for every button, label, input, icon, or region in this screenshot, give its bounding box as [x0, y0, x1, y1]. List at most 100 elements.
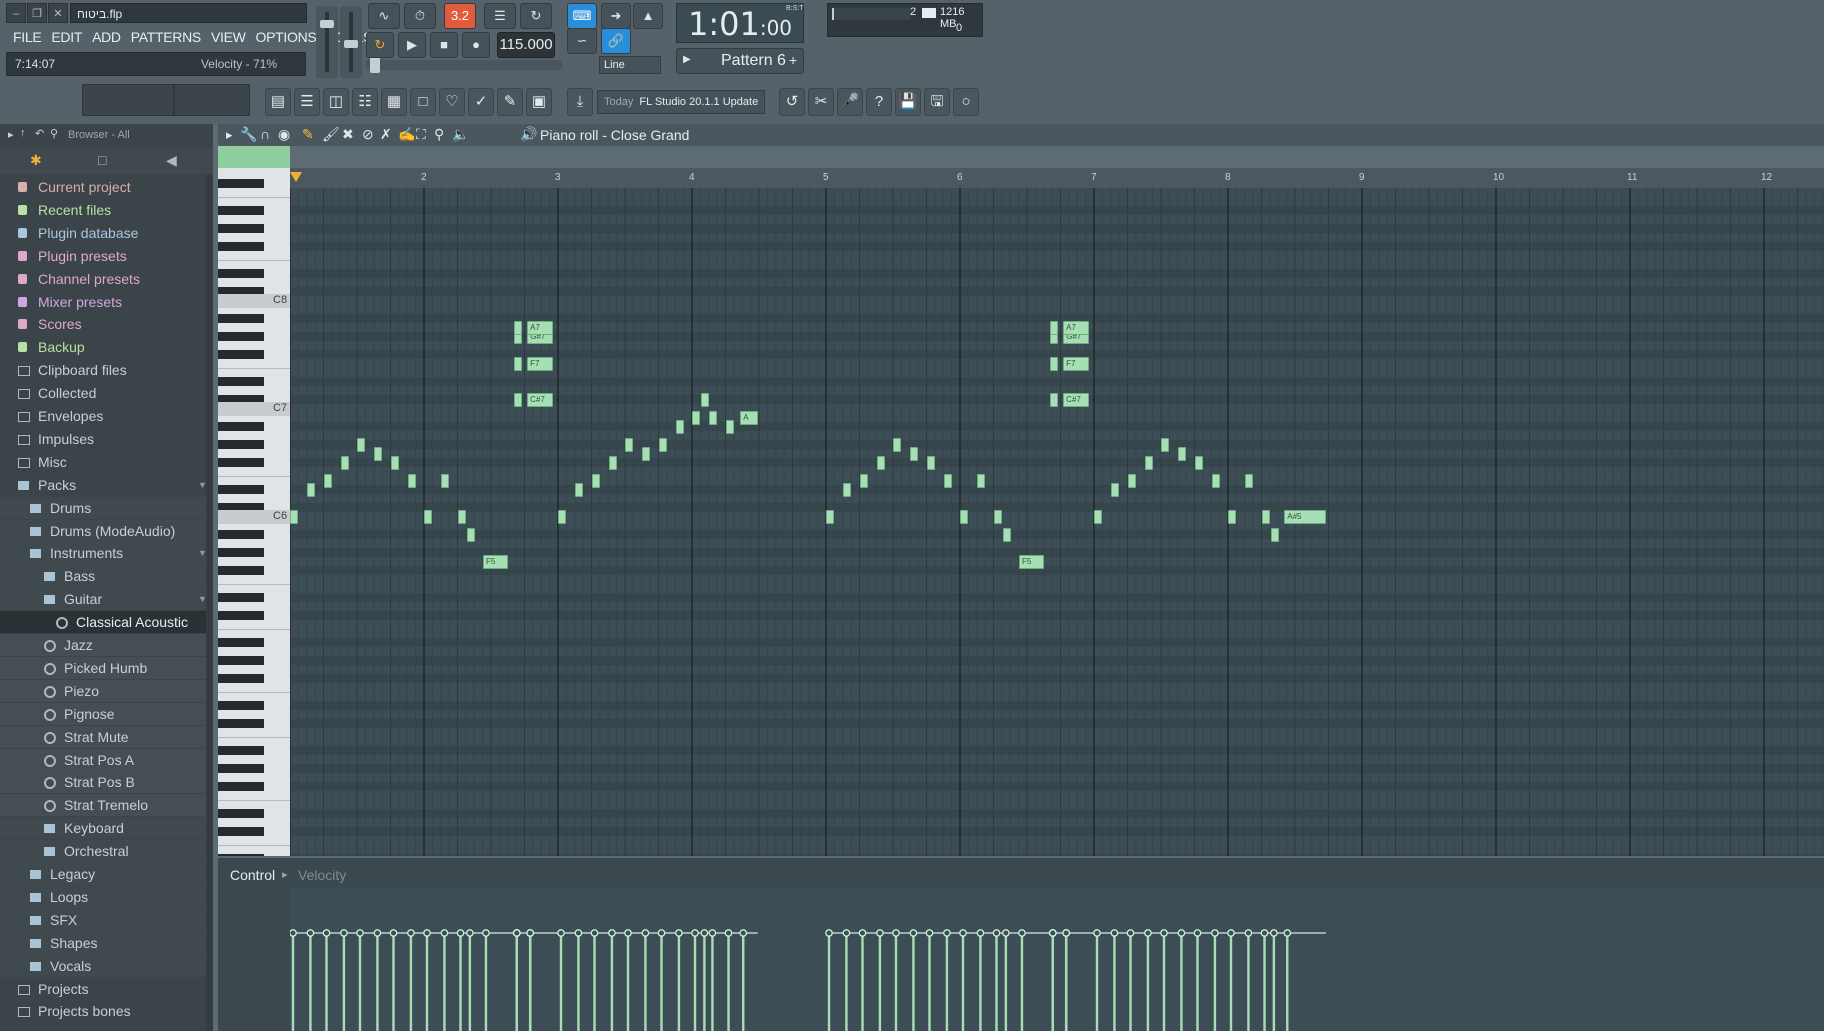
note[interactable]	[1002, 527, 1011, 542]
note[interactable]	[943, 473, 952, 488]
browser-item[interactable]: Collected	[0, 382, 213, 404]
master-pitch-slider[interactable]	[340, 6, 362, 78]
mute-tool-icon[interactable]: ✗	[380, 126, 392, 143]
note[interactable]	[1178, 446, 1187, 461]
step-edit-button[interactable]: ☰	[484, 3, 516, 29]
note[interactable]	[876, 455, 885, 470]
note[interactable]: A7	[527, 320, 553, 335]
browser-item[interactable]: Bass	[0, 565, 213, 588]
pattern-selector[interactable]: ▶ Pattern 6 +	[676, 48, 804, 74]
browser-item[interactable]: Piezo	[0, 679, 213, 702]
restore-icon[interactable]: ❐	[27, 3, 47, 23]
note[interactable]	[608, 455, 617, 470]
browser-item[interactable]: Plugin database	[0, 222, 213, 244]
browser-item[interactable]: Scores	[0, 313, 213, 335]
velocity-handle[interactable]	[1193, 929, 1202, 937]
control-label[interactable]: Control	[230, 867, 275, 883]
browser-search-icon[interactable]: ⚲	[50, 127, 58, 140]
velocity-handle[interactable]	[290, 929, 297, 937]
loop-record-button[interactable]: ↻	[520, 3, 552, 29]
eraser-icon[interactable]: ✖	[342, 126, 354, 143]
black-key[interactable]	[218, 548, 264, 557]
blend-notes-icon[interactable]: ∽	[567, 28, 597, 54]
browser-item[interactable]: Legacy	[0, 863, 213, 885]
black-key[interactable]	[218, 782, 264, 791]
master-volume-slider[interactable]	[316, 6, 338, 78]
browser-back-icon[interactable]: ↶	[35, 127, 44, 140]
velocity-handle[interactable]	[1062, 929, 1071, 937]
browser-item[interactable]: Classical Acoustic	[0, 611, 213, 634]
note[interactable]	[323, 473, 332, 488]
velocity-handle[interactable]	[1144, 929, 1152, 937]
minimize-icon[interactable]: –	[6, 3, 26, 23]
loop-mode-icon[interactable]: ↻	[366, 32, 394, 58]
stamp-icon[interactable]: ◉	[278, 126, 290, 143]
note[interactable]	[1144, 455, 1153, 470]
velocity-lane[interactable]	[290, 888, 1824, 1031]
velocity-handle[interactable]	[825, 929, 833, 937]
black-key[interactable]	[218, 485, 264, 494]
black-key[interactable]	[218, 638, 264, 647]
note[interactable]	[910, 446, 919, 461]
chat-icon[interactable]: ○	[953, 88, 979, 116]
velocity-handle[interactable]	[675, 929, 683, 937]
velocity-handle[interactable]	[943, 929, 951, 937]
velocity-handle[interactable]	[440, 929, 449, 937]
wrench-icon[interactable]: 🔧	[240, 126, 257, 143]
black-key[interactable]	[218, 530, 264, 539]
browser-item[interactable]: Strat Pos B	[0, 771, 213, 794]
velocity-handle[interactable]	[466, 929, 474, 937]
note[interactable]	[1211, 473, 1220, 488]
black-key[interactable]	[218, 656, 264, 665]
record-button[interactable]: ●	[462, 32, 490, 58]
velocity-handle[interactable]	[557, 929, 565, 937]
snap-select[interactable]: Line	[599, 56, 661, 74]
note[interactable]	[658, 437, 667, 452]
black-key[interactable]	[218, 440, 264, 449]
black-key[interactable]	[218, 809, 264, 818]
menu-file[interactable]: FILE	[8, 26, 46, 48]
browser-item[interactable]: Mixer presets	[0, 291, 213, 313]
velocity-handle[interactable]	[700, 929, 709, 937]
note[interactable]	[357, 437, 366, 452]
note[interactable]	[591, 473, 600, 488]
pattern-indicator[interactable]: 3.2	[444, 3, 476, 29]
velocity-handle[interactable]	[608, 929, 616, 937]
note[interactable]	[407, 473, 416, 488]
delete-tool-icon[interactable]: ⊘	[362, 126, 374, 143]
browser-item[interactable]: Guitar ▼	[0, 588, 213, 611]
velocity-handle[interactable]	[1177, 929, 1186, 937]
note[interactable]: A	[740, 410, 758, 425]
browser-item[interactable]: Projects bones	[0, 1000, 213, 1022]
mixer-icon[interactable]: ☷	[352, 88, 378, 116]
browser-item[interactable]: Drums (ModeAudio)	[0, 519, 213, 542]
playlist-icon[interactable]: ▤	[265, 88, 291, 116]
velocity-handle[interactable]	[641, 929, 650, 937]
menu-edit[interactable]: EDIT	[46, 26, 87, 48]
velocity-handle[interactable]	[657, 929, 666, 937]
browser-tab-speaker-icon[interactable]: ◀	[166, 152, 177, 169]
note[interactable]: F5	[482, 554, 509, 569]
plugin-picker-icon[interactable]: ♡	[439, 88, 465, 116]
undo-history-icon[interactable]: ↺	[779, 88, 805, 116]
velocity-handle[interactable]	[992, 929, 1001, 937]
browser-item[interactable]: Jazz	[0, 634, 213, 656]
browser-item[interactable]: Orchestral	[0, 840, 213, 863]
velocity-handle[interactable]	[423, 929, 431, 937]
note[interactable]	[374, 446, 383, 461]
note[interactable]	[893, 437, 902, 452]
metronome-wave-button[interactable]: ∿	[368, 3, 400, 29]
note[interactable]: F7	[1063, 356, 1089, 371]
select-tool-icon[interactable]: ⛶	[416, 126, 426, 143]
velocity-handle[interactable]	[1093, 929, 1101, 937]
note[interactable]: F5	[1018, 554, 1045, 569]
note[interactable]	[513, 392, 522, 407]
velocity-handle[interactable]	[739, 929, 748, 937]
black-key[interactable]	[218, 701, 264, 710]
browser-item[interactable]: Loops	[0, 885, 213, 908]
scissors-icon[interactable]: ✂	[808, 88, 834, 116]
browser-item[interactable]: Backup	[0, 336, 213, 358]
note[interactable]	[1261, 509, 1270, 524]
note[interactable]	[290, 509, 299, 524]
menu-view[interactable]: VIEW	[206, 26, 251, 48]
